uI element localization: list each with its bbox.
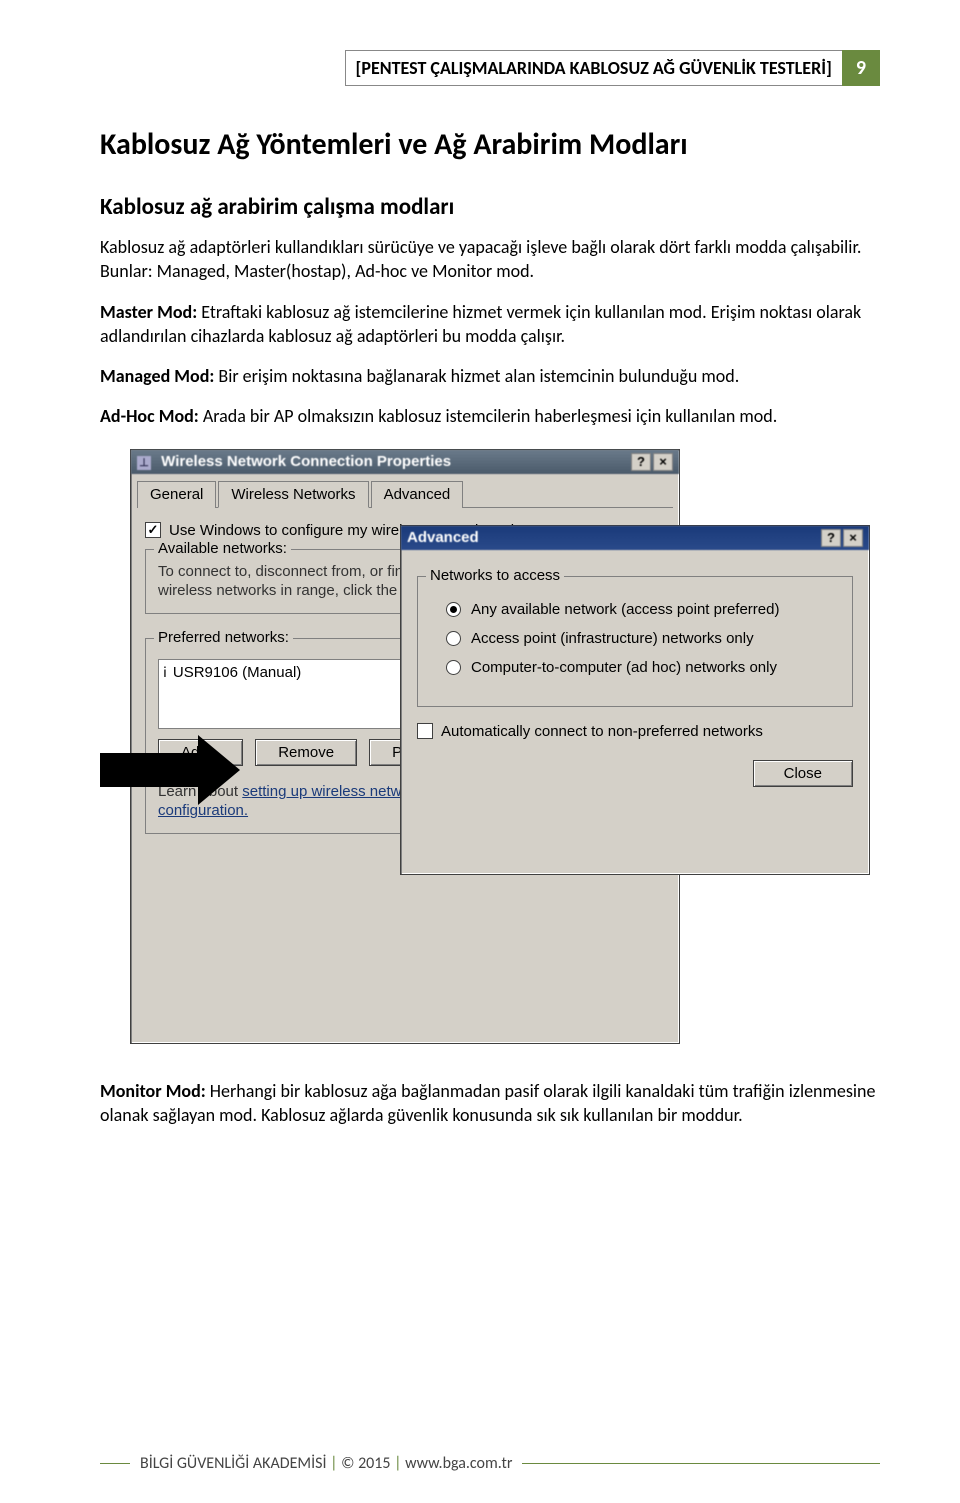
embedded-screenshot: ⊥ Wireless Network Connection Properties… — [100, 449, 880, 1049]
networks-to-access-group: Networks to access Any available network… — [417, 576, 853, 707]
titlebar-advanced[interactable]: Advanced ? × — [401, 526, 869, 550]
networks-to-access-label: Networks to access — [426, 567, 564, 584]
footer-sep1: | — [330, 1454, 341, 1473]
adhoc-mod-label: Ad-Hoc Mod: — [100, 405, 199, 427]
help-button[interactable]: ? — [631, 453, 651, 471]
managed-mod-paragraph: Managed Mod: Bir erişim noktasına bağlan… — [100, 364, 880, 388]
signal-icon: 𝗂 — [163, 664, 167, 681]
page-footer: BİLGİ GÜVENLİĞİ AKADEMİSİ | © 2015 | www… — [100, 1454, 880, 1473]
heading-2: Kablosuz ağ arabirim çalışma modları — [100, 193, 880, 221]
radio-label-adhoc: Computer-to-computer (ad hoc) networks o… — [471, 659, 777, 676]
auto-connect-label: Automatically connect to non-preferred n… — [441, 723, 763, 740]
titlebar-main[interactable]: ⊥ Wireless Network Connection Properties… — [131, 450, 679, 474]
callout-arrow — [100, 735, 240, 805]
adhoc-mod-paragraph: Ad-Hoc Mod: Arada bir AP olmaksızın kabl… — [100, 404, 880, 428]
adhoc-mod-text: Arada bir AP olmaksızın kablosuz istemci… — [199, 405, 778, 427]
preferred-network-name: USR9106 (Manual) — [173, 664, 301, 681]
master-mod-text: Etraftaki kablosuz ağ istemcilerine hizm… — [100, 301, 861, 347]
tab-general[interactable]: General — [137, 481, 216, 508]
remove-button[interactable]: Remove — [255, 739, 357, 766]
window-title-advanced: Advanced — [407, 529, 479, 546]
monitor-mod-label: Monitor Mod: — [100, 1080, 206, 1102]
auto-connect-checkbox[interactable] — [417, 723, 433, 739]
footer-year: © 2015 — [341, 1454, 394, 1473]
advanced-dialog: Advanced ? × Networks to access Any avai… — [400, 525, 870, 875]
managed-mod-label: Managed Mod: — [100, 365, 214, 387]
tab-advanced[interactable]: Advanced — [371, 481, 464, 508]
radio-ap-only[interactable] — [446, 631, 461, 646]
radio-label-ap: Access point (infrastructure) networks o… — [471, 630, 754, 647]
radio-adhoc-only[interactable] — [446, 660, 461, 675]
close-button[interactable]: × — [653, 453, 673, 471]
master-mod-paragraph: Master Mod: Etraftaki kablosuz ağ istemc… — [100, 300, 880, 349]
close-button-adv[interactable]: × — [843, 529, 863, 547]
window-title-main: Wireless Network Connection Properties — [161, 453, 451, 470]
master-mod-label: Master Mod: — [100, 301, 197, 323]
available-networks-label: Available networks: — [154, 540, 291, 557]
heading-1: Kablosuz Ağ Yöntemleri ve Ağ Arabirim Mo… — [100, 126, 880, 163]
use-windows-config-checkbox[interactable]: ✓ — [145, 522, 161, 538]
page-header: [PENTEST ÇALIŞMALARINDA KABLOSUZ AĞ GÜVE… — [100, 50, 880, 86]
footer-org: BİLGİ GÜVENLİĞİ AKADEMİSİ — [140, 1454, 330, 1473]
help-button-adv[interactable]: ? — [821, 529, 841, 547]
close-dialog-button[interactable]: Close — [753, 760, 853, 787]
page-number: 9 — [842, 50, 880, 86]
header-title: [PENTEST ÇALIŞMALARINDA KABLOSUZ AĞ GÜVE… — [345, 50, 842, 86]
monitor-mod-paragraph: Monitor Mod: Herhangi bir kablosuz ağa b… — [100, 1079, 880, 1128]
tab-wireless-networks[interactable]: Wireless Networks — [218, 481, 368, 508]
managed-mod-text: Bir erişim noktasına bağlanarak hizmet a… — [214, 365, 739, 387]
footer-sep2: | — [394, 1454, 405, 1473]
preferred-networks-label: Preferred networks: — [154, 629, 293, 646]
window-icon: ⊥ — [137, 456, 151, 470]
radio-label-any: Any available network (access point pref… — [471, 601, 779, 618]
footer-url: www.bga.com.tr — [405, 1454, 512, 1473]
intro-paragraph: Kablosuz ağ adaptörleri kullandıkları sü… — [100, 235, 880, 284]
radio-any-network[interactable] — [446, 602, 461, 617]
monitor-mod-text: Herhangi bir kablosuz ağa bağlanmadan pa… — [100, 1080, 875, 1126]
